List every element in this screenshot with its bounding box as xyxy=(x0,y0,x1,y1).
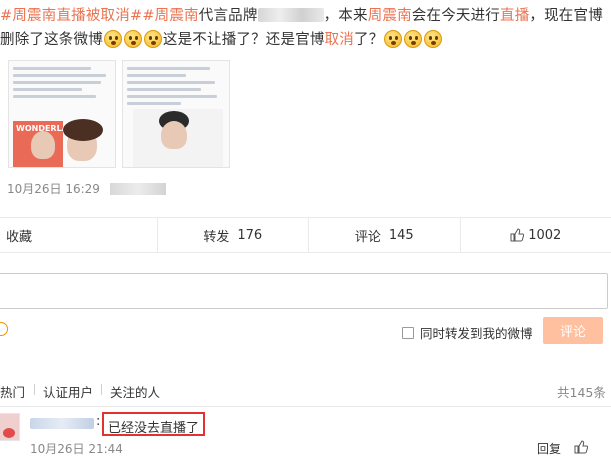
post-fragment: 代言品牌 xyxy=(198,8,258,24)
comment-time: 10月26日 21:44 xyxy=(30,442,123,456)
comment-count: 145 xyxy=(388,227,414,243)
post-fragment: 这是不让播了？还是官博 xyxy=(162,32,325,48)
repost-option[interactable]: 同时转发到我的微博 xyxy=(402,323,533,342)
tab-verified[interactable]: 认证用户 xyxy=(43,382,93,401)
comment-label: 评论 xyxy=(354,229,381,245)
avatar[interactable] xyxy=(0,413,20,441)
post-image-1[interactable]: WONDERLAB xyxy=(8,60,116,168)
smile-emoji-icon xyxy=(404,30,423,48)
mention-name[interactable]: 周震南 xyxy=(368,8,412,24)
blurred-username[interactable] xyxy=(30,418,94,429)
post-text: #周震南直播被取消##周震南代言品牌 ，本来周震南会在今天进行直播，现在官博删除了… xyxy=(0,4,606,52)
shocked-emoji-icon xyxy=(103,30,122,48)
comment-button[interactable]: 评论 145 xyxy=(309,218,461,252)
comment-text: 已经没去直播了 xyxy=(102,412,206,436)
post-images: WONDERLAB xyxy=(8,60,230,168)
like-count: 1002 xyxy=(528,227,562,243)
highlight-live: 直播 xyxy=(500,8,530,24)
emoji-picker-icon[interactable] xyxy=(0,322,8,336)
post-fragment: 了？ xyxy=(354,32,384,48)
comment-filter-bar: 热门 认证用户 关注的人 共145条 xyxy=(0,371,611,407)
blurred-brand xyxy=(257,8,324,22)
tab-following[interactable]: 关注的人 xyxy=(110,382,160,401)
topic-link-2[interactable]: #周震南 xyxy=(142,8,198,24)
forward-count: 176 xyxy=(237,227,263,243)
comment-colon: : xyxy=(96,414,101,429)
repost-label: 同时转发到我的微博 xyxy=(420,326,533,341)
like-button[interactable]: 1002 xyxy=(461,218,611,252)
smile-emoji-icon xyxy=(384,30,403,48)
comment-total: 共145条 xyxy=(557,385,606,400)
topic-link[interactable]: #周震南直播被取消# xyxy=(0,8,142,24)
shocked-emoji-icon xyxy=(123,30,142,48)
forward-button[interactable]: 转发 176 xyxy=(158,218,309,252)
collect-label: 收藏 xyxy=(6,229,33,245)
submit-comment-button[interactable]: 评论 xyxy=(543,317,603,344)
smile-emoji-icon xyxy=(424,30,443,48)
post-image-2[interactable] xyxy=(122,60,230,168)
reply-button[interactable]: 回复 xyxy=(537,440,561,457)
highlight-cancel: 取消 xyxy=(324,32,355,48)
post-meta: 10月26日 16:29 xyxy=(7,180,166,197)
action-bar: 收藏 转发 176 评论 145 1002 xyxy=(0,217,611,253)
post-fragment: 会在今天进行 xyxy=(411,8,500,24)
shocked-emoji-icon xyxy=(143,30,162,48)
post-fragment: ，本来 xyxy=(323,8,368,24)
collect-button[interactable]: 收藏 xyxy=(0,218,158,252)
person-photo xyxy=(161,121,187,149)
blurred-source xyxy=(109,183,166,195)
forward-label: 转发 xyxy=(203,229,230,245)
post-time[interactable]: 10月26日 16:29 xyxy=(7,182,100,196)
comment-input[interactable] xyxy=(0,273,608,309)
thumbs-up-icon[interactable] xyxy=(574,440,588,454)
repost-checkbox[interactable] xyxy=(402,326,414,339)
divider xyxy=(101,384,102,395)
thumbs-up-icon xyxy=(510,228,525,242)
tab-hot[interactable]: 热门 xyxy=(0,382,25,401)
divider xyxy=(34,384,35,395)
